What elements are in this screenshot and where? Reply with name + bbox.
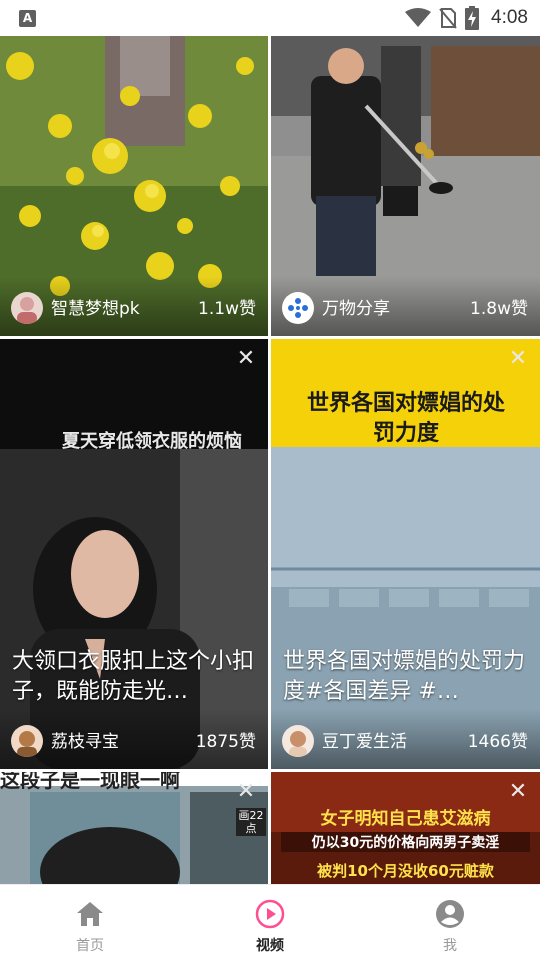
- bottom-nav: 首页 视频 我: [0, 884, 540, 960]
- author-avatar[interactable]: [282, 725, 314, 757]
- close-icon[interactable]: ✕: [236, 348, 256, 370]
- like-count: 1875赞: [195, 732, 256, 752]
- wifi-icon: [405, 8, 432, 27]
- like-count: 1466赞: [467, 732, 528, 752]
- status-icons: 4:08: [405, 4, 528, 32]
- close-icon[interactable]: ✕: [508, 348, 528, 370]
- play-circle-icon: [255, 899, 285, 929]
- clock: 4:08: [491, 7, 528, 28]
- nav-label: 视频: [256, 938, 284, 954]
- nav-label: 首页: [76, 938, 104, 954]
- battery-charging-icon: [465, 6, 480, 30]
- channel-badge: 画22点: [236, 808, 266, 836]
- video-overlay-title: 世界各国对嫖娼的处罚力度: [306, 391, 505, 446]
- nav-home[interactable]: 首页: [0, 885, 180, 960]
- author-name[interactable]: 智慧梦想pk: [51, 294, 140, 319]
- nav-me[interactable]: 我: [360, 885, 540, 960]
- video-card[interactable]: 这段子是一现眼一啊 画22点 ✕: [0, 772, 268, 884]
- author-name[interactable]: 万物分享: [322, 294, 390, 319]
- nav-video[interactable]: 视频: [180, 885, 360, 960]
- author-name[interactable]: 荔枝寻宝: [51, 727, 119, 752]
- video-feed[interactable]: 智慧梦想pk 1.1w赞 万物分享 1.8w赞 夏天穿低领衣服的烦恼 ✕ 大领口…: [0, 36, 540, 884]
- video-card[interactable]: 智慧梦想pk 1.1w赞: [0, 36, 268, 336]
- video-overlay-subtitle: 被判10个月没收60元赃款: [317, 862, 494, 880]
- home-icon: [77, 902, 103, 926]
- video-card[interactable]: 万物分享 1.8w赞: [271, 36, 540, 336]
- author-name[interactable]: 豆丁爱生活: [322, 727, 407, 752]
- close-icon[interactable]: ✕: [236, 781, 256, 803]
- app-notification-icon: A: [19, 10, 36, 27]
- video-overlay-subtitle: 仍以30元的价格向两男子卖淫: [281, 832, 530, 852]
- like-count: 1.8w赞: [470, 299, 528, 319]
- author-avatar[interactable]: [11, 292, 43, 324]
- video-card[interactable]: 女子明知自己患艾滋病 仍以30元的价格向两男子卖淫 被判10个月没收60元赃款 …: [271, 772, 540, 884]
- video-caption[interactable]: 大领口衣服扣上这个小扣子，既能防走光…: [12, 647, 258, 707]
- status-bar: A 4:08: [0, 0, 540, 36]
- author-avatar[interactable]: [282, 292, 314, 324]
- video-card[interactable]: 夏天穿低领衣服的烦恼 ✕ 大领口衣服扣上这个小扣子，既能防走光… 荔枝寻宝 18…: [0, 339, 268, 769]
- video-overlay-title: 这段子是一现眼一啊: [0, 772, 180, 792]
- video-card[interactable]: 世界各国对嫖娼的处罚力度 ✕ 世界各国对嫖娼的处罚力度#各国差异 #… 豆丁爱生…: [271, 339, 540, 769]
- nav-label: 我: [443, 938, 457, 954]
- video-caption[interactable]: 世界各国对嫖娼的处罚力度#各国差异 #…: [283, 647, 530, 707]
- video-overlay-title: 女子明知自己患艾滋病: [320, 809, 491, 829]
- user-icon: [436, 900, 464, 928]
- no-sim-icon: [439, 8, 457, 29]
- like-count: 1.1w赞: [198, 299, 256, 319]
- video-overlay-title: 夏天穿低领衣服的烦恼: [62, 431, 242, 452]
- author-avatar[interactable]: [11, 725, 43, 757]
- close-icon[interactable]: ✕: [508, 781, 528, 803]
